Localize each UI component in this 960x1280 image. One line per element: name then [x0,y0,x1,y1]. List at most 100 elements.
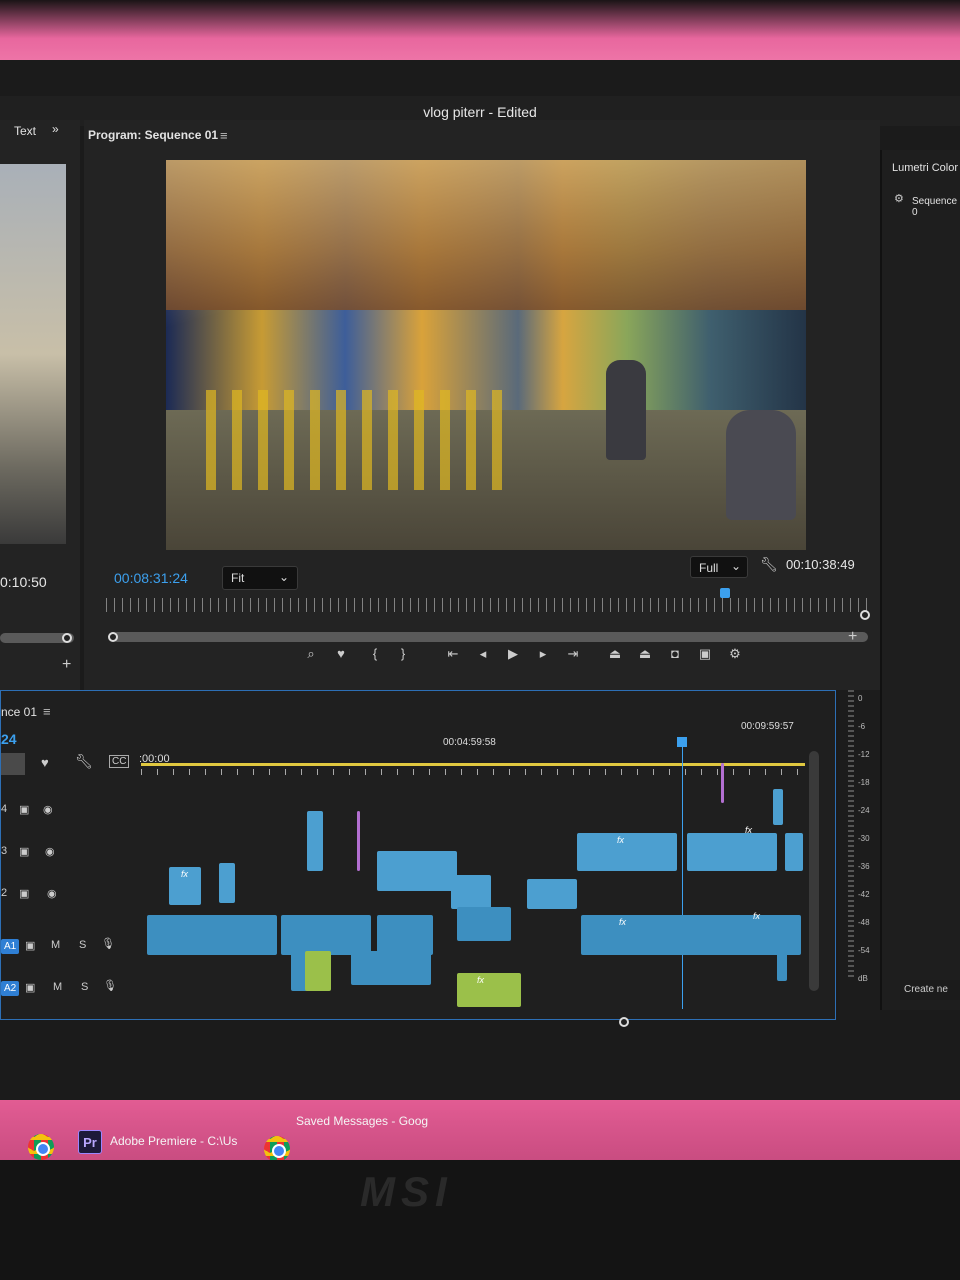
chevron-down-icon: ⌄ [730,559,741,573]
video-clip[interactable] [527,879,577,909]
scroll-handle-right[interactable] [860,610,870,620]
video-clip[interactable] [785,833,803,871]
microphone-icon[interactable]: 🎙︎ [103,979,117,992]
timeline-horizontal-scroll-handle[interactable] [619,1017,629,1027]
program-time-ruler[interactable] [106,598,868,612]
scene-yellow-chairs [206,390,506,490]
mute-button[interactable]: M [51,939,60,951]
window-title: vlog piterr - Edited [423,104,537,120]
tab-lumetri-color[interactable]: Lumetri Color [892,162,958,174]
snap-icon[interactable] [1,753,25,775]
taskbar-item-premiere[interactable]: Adobe Premiere - C:\Us [110,1134,237,1148]
program-zoom-scrollbar[interactable] [112,632,868,642]
wrench-icon[interactable]: 🔧︎ [760,556,778,573]
chrome-icon[interactable] [28,1134,54,1160]
create-new-button[interactable]: Create ne [900,980,960,1000]
eye-icon[interactable]: ◉ [43,803,53,816]
work-area-bar[interactable] [141,763,805,766]
ruler-label-mid: 00:04:59:58 [443,737,496,748]
source-scroll-handle[interactable] [62,633,72,643]
export-frame-icon[interactable]: ⌕ [300,646,322,662]
audio-clip[interactable] [457,907,511,941]
source-timecode[interactable]: 0:10:50 [0,574,47,590]
captions-icon[interactable]: CC [109,755,130,768]
program-playhead[interactable] [720,588,730,598]
solo-button[interactable]: S [79,939,86,951]
add-button-icon[interactable]: + [62,656,71,674]
video-clip[interactable] [307,811,323,871]
video-clip[interactable] [357,811,360,871]
go-to-in-icon[interactable]: ⇤ [442,646,464,662]
timeline-playhead-handle[interactable] [677,737,687,747]
audio-clip[interactable] [377,915,433,955]
scroll-handle-left[interactable] [108,632,118,642]
scene-ceiling [166,160,806,310]
scene-person-walking [606,360,646,460]
step-forward-icon[interactable]: ▸ [532,646,554,662]
compare-view-icon[interactable]: ▣ [694,646,716,662]
camera-icon[interactable]: ◘ [664,646,686,661]
audio-clip[interactable] [147,915,277,955]
timeline-ruler-ticks[interactable] [141,769,805,775]
audio-clip[interactable] [457,973,521,1007]
sync-lock-icon[interactable]: ▣ [25,981,35,994]
mark-in-icon[interactable]: { [364,646,386,661]
track-a2-label[interactable]: A2 [1,981,20,996]
lumetri-sequence-label[interactable]: Sequence 0 [912,196,960,218]
audio-clip[interactable] [351,951,431,985]
audio-clip[interactable] [581,915,801,955]
video-clip[interactable] [451,875,491,909]
chrome-icon[interactable] [264,1136,290,1162]
transport-controls: ⌕ ♥︎ { } ⇤ ◂ ▶ ▸ ⇥ ⏏ ⏏ ◘ ▣ ⚙ [300,646,760,668]
ruler-label-end: 00:09:59:57 [741,721,794,732]
eye-icon[interactable]: ◉ [45,845,55,858]
zoom-dropdown[interactable]: Fit ⌄ [222,566,298,590]
timeline-timecode[interactable]: 24 [1,731,17,747]
panel-overflow-icon[interactable]: » [52,122,59,136]
film-icon[interactable]: ▣ [19,845,29,858]
fx-badge: fx [181,869,189,879]
timeline-clip-area[interactable]: fx fx fx fx fx fx [141,763,811,1017]
audio-clip[interactable] [305,951,331,991]
panel-menu-icon[interactable]: ≡ [43,704,51,719]
resolution-dropdown[interactable]: Full ⌄ [690,556,748,578]
add-marker-icon[interactable]: ♥︎ [41,755,49,770]
track-a1-label[interactable]: A1 [1,939,20,954]
add-button-icon[interactable]: + [848,628,857,646]
add-marker-icon[interactable]: ♥︎ [330,646,352,661]
meter-scale-48: -48 [858,918,870,927]
go-to-out-icon[interactable]: ⇥ [562,646,584,662]
premiere-icon[interactable]: Pr [78,1130,102,1154]
video-clip[interactable] [687,833,777,871]
solo-button[interactable]: S [81,981,88,993]
tab-sequence[interactable]: nce 01 [1,705,37,719]
timeline-vertical-scrollbar[interactable] [809,751,819,991]
film-icon[interactable]: ▣ [19,803,29,816]
create-new-label: Create ne [904,984,948,995]
video-clip[interactable] [721,763,724,803]
taskbar-item-chrome[interactable]: Saved Messages - Goog [296,1114,428,1128]
video-clip[interactable] [773,789,783,825]
mark-out-icon[interactable]: } [392,646,414,661]
program-current-timecode[interactable]: 00:08:31:24 [114,570,188,586]
video-clip[interactable] [377,851,457,891]
extract-icon[interactable]: ⏏ [634,646,656,662]
program-video-frame [166,160,806,550]
microphone-icon[interactable]: 🎙︎ [101,937,115,950]
wrench-icon[interactable]: 🔧︎ [75,753,93,770]
play-icon[interactable]: ▶ [502,646,524,662]
tab-program[interactable]: Program: Sequence 01 [88,128,218,142]
step-back-icon[interactable]: ◂ [472,646,494,662]
film-icon[interactable]: ▣ [19,887,29,900]
video-clip[interactable] [577,833,677,871]
sync-lock-icon[interactable]: ▣ [25,939,35,952]
eye-icon[interactable]: ◉ [47,887,57,900]
tab-text[interactable]: Text [14,124,36,138]
mute-button[interactable]: M [53,981,62,993]
settings-gear-icon[interactable]: ⚙ [724,646,746,662]
audio-clip[interactable] [281,915,371,955]
panel-menu-icon[interactable]: ≡ [220,128,228,143]
audio-clip[interactable] [777,951,787,981]
lift-icon[interactable]: ⏏ [604,646,626,662]
video-clip[interactable] [219,863,235,903]
